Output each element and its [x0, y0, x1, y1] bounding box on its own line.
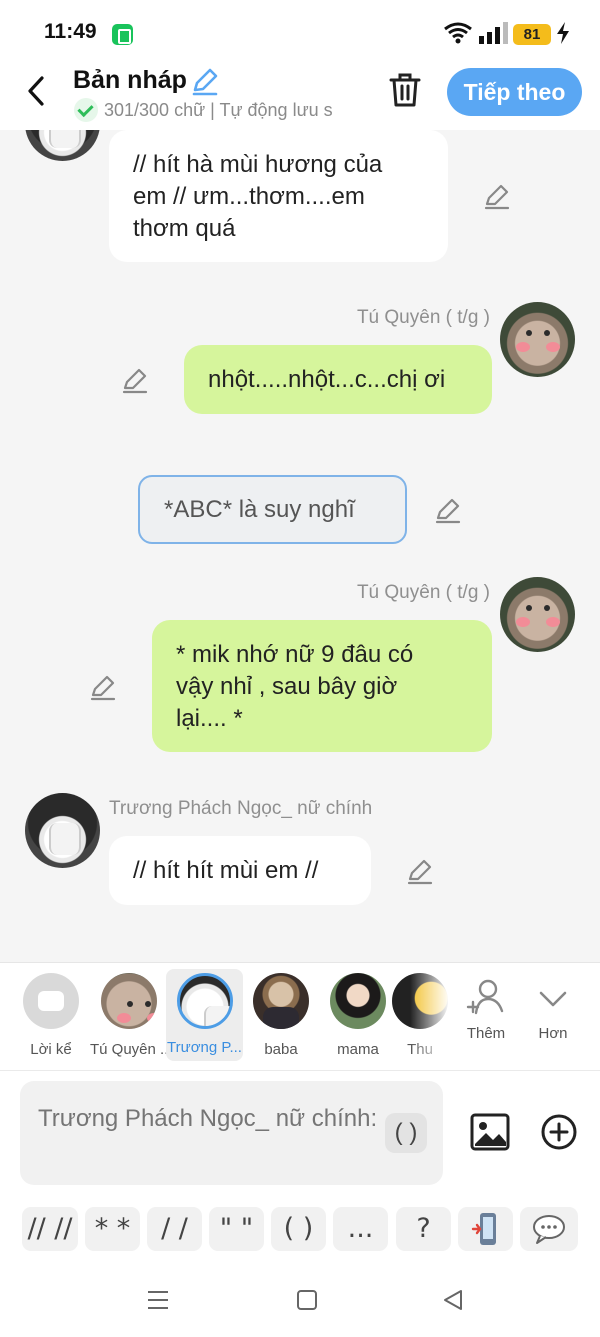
charging-icon: [557, 22, 569, 44]
message-line: * mik nhớ nữ 9 đâu có: [176, 641, 414, 668]
scroll-fade: [410, 963, 450, 1071]
character-label: baba: [264, 1041, 298, 1058]
speech-bubble-button[interactable]: [520, 1207, 578, 1251]
symbol-quotes[interactable]: " ": [209, 1207, 264, 1251]
add-icon[interactable]: [540, 1113, 578, 1151]
edit-title-icon[interactable]: [190, 66, 220, 96]
message-line: vậy nhỉ , sau bây giờ: [176, 673, 398, 700]
character-selector: Lời kể Tú Quyên ... Trương P... baba mam…: [0, 962, 600, 1071]
edit-message-icon[interactable]: [434, 496, 462, 524]
message-line: // hít hà mùi hương của: [133, 151, 383, 178]
edit-message-icon[interactable]: [483, 182, 511, 210]
author-name: Tú Quyên ( t/g ): [356, 307, 490, 328]
add-person-icon: [466, 979, 504, 1015]
author-name: Tú Quyên ( t/g ): [356, 582, 490, 603]
symbol-slashes[interactable]: / /: [147, 1207, 202, 1251]
signal-icon: [479, 22, 508, 44]
character-option-narration[interactable]: Lời kể: [15, 963, 87, 1058]
wifi-icon: [444, 22, 472, 44]
narration-bubble[interactable]: *ABC* là suy nghĩ: [138, 475, 407, 544]
character-avatar[interactable]: [25, 793, 100, 868]
next-button[interactable]: Tiếp theo: [447, 68, 582, 116]
character-label: Trương P...: [167, 1039, 242, 1056]
symbol-question[interactable]: ?: [396, 1207, 451, 1251]
image-icon[interactable]: [469, 1111, 511, 1153]
menu-nav-icon[interactable]: [146, 1288, 170, 1312]
suggestion-bubble-icon: [23, 973, 79, 1029]
character-label: Lời kể: [30, 1041, 72, 1058]
word-count-label: 301/300 chữ | Tự động lưu s: [104, 99, 333, 120]
character-option[interactable]: baba: [245, 963, 317, 1058]
message-line: em // ưm...thơm....em: [133, 183, 365, 210]
author-message-bubble[interactable]: nhột.....nhột...c...chị ơi: [184, 345, 492, 414]
status-time: 11:49: [44, 20, 97, 43]
author-message-bubble[interactable]: * mik nhớ nữ 9 đâu có vậy nhỉ , sau bây …: [152, 620, 492, 752]
back-nav-icon[interactable]: [441, 1288, 465, 1312]
character-name: Trương Phách Ngọc_ nữ chính: [109, 798, 373, 819]
home-nav-icon[interactable]: [295, 1288, 319, 1312]
symbol-thought-slashes[interactable]: // //: [22, 1207, 78, 1251]
character-label: Tú Quyên ...: [90, 1041, 168, 1058]
chevron-down-icon: [539, 991, 567, 1007]
phone-icon-button[interactable]: [458, 1207, 513, 1251]
phone-icon: [471, 1213, 496, 1245]
edit-message-icon[interactable]: [406, 857, 434, 885]
girl-mask-avatar: [176, 973, 233, 1029]
app-notification-icon: [112, 24, 133, 45]
autosave-status: 301/300 chữ | Tự động lưu s: [74, 98, 364, 122]
status-bar: 11:49 81: [0, 0, 600, 64]
symbol-asterisks[interactable]: * *: [85, 1207, 140, 1251]
author-avatar[interactable]: [500, 577, 575, 652]
check-icon: [74, 98, 98, 122]
man-avatar: [253, 973, 309, 1029]
woman-avatar: [330, 973, 386, 1029]
character-avatar[interactable]: [25, 130, 100, 161]
edit-message-icon[interactable]: [121, 366, 149, 394]
speech-bubble-icon: [533, 1215, 565, 1244]
trash-icon[interactable]: [388, 72, 422, 108]
edit-message-icon[interactable]: [89, 673, 117, 701]
chat-area: // hít hà mùi hương của em // ưm...thơm.…: [0, 130, 600, 962]
character-option[interactable]: Tú Quyên ...: [90, 963, 168, 1058]
system-nav-bar: [0, 1266, 600, 1337]
message-input[interactable]: [20, 1081, 443, 1185]
message-bubble[interactable]: // hít hà mùi hương của em // ưm...thơm.…: [109, 130, 448, 262]
more-characters-label: Hơn: [538, 1025, 568, 1042]
cat-avatar: [101, 973, 157, 1029]
parentheses-button[interactable]: ( ): [385, 1113, 427, 1153]
message-line: lại.... *: [176, 705, 243, 732]
page-title: Bản nháp: [73, 66, 187, 94]
add-character-button[interactable]: Thêm: [456, 977, 516, 1042]
quick-symbols-bar: // // * * / / " " ( ) ... ?: [0, 1196, 600, 1266]
add-character-label: Thêm: [466, 1025, 506, 1042]
symbol-ellipsis[interactable]: ...: [333, 1207, 388, 1251]
composer: ( ): [0, 1070, 600, 1196]
message-bubble[interactable]: // hít hít mùi em //: [109, 836, 371, 905]
character-option-active[interactable]: Trương P...: [166, 969, 243, 1061]
symbol-parentheses[interactable]: ( ): [271, 1207, 326, 1251]
battery-indicator: 81: [513, 24, 551, 45]
author-avatar[interactable]: [500, 302, 575, 377]
header: Bản nháp 301/300 chữ | Tự động lưu s Tiế…: [0, 64, 600, 130]
message-line: thơm quá: [133, 215, 236, 242]
back-arrow-icon[interactable]: [22, 74, 52, 108]
more-characters-button[interactable]: Hơn: [523, 977, 583, 1042]
